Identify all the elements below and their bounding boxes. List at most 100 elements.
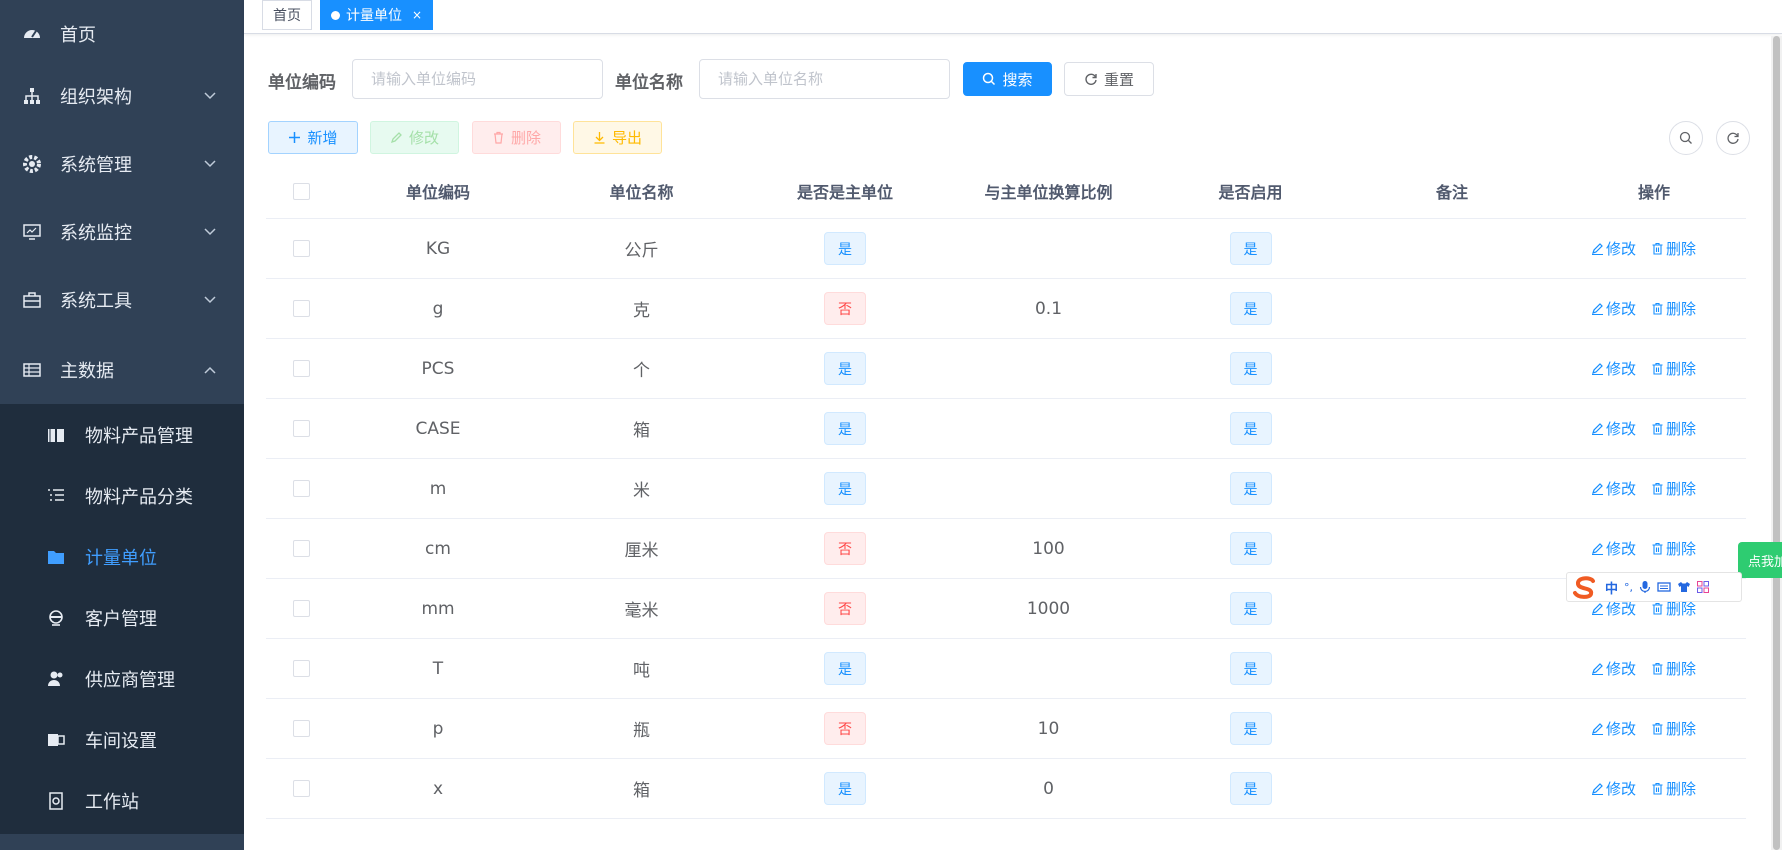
row-delete-label: 删除 <box>1666 660 1697 678</box>
cell-primary: 是 <box>743 339 947 398</box>
row-edit-link[interactable]: 修改 <box>1591 339 1636 398</box>
sidebar-item-customer[interactable]: 客户管理 <box>0 587 244 648</box>
chevron-down-icon <box>202 156 218 172</box>
row-edit-link[interactable]: 修改 <box>1591 699 1636 758</box>
cell-enabled: 是 <box>1150 399 1351 458</box>
row-delete-link[interactable]: 删除 <box>1651 399 1696 458</box>
select-cell <box>266 519 336 578</box>
table-row[interactable]: T 吨 是 是 修改 删除 <box>266 639 1746 699</box>
row-delete-link[interactable]: 删除 <box>1651 279 1696 338</box>
row-checkbox[interactable] <box>292 480 310 497</box>
toggle-search-button[interactable] <box>1669 121 1703 155</box>
menu-item-org[interactable]: 组织架构 <box>0 62 244 130</box>
row-checkbox[interactable] <box>292 540 310 557</box>
cell-code: CASE <box>415 418 461 439</box>
table-row[interactable]: cm 厘米 否 100 是 修改 删除 <box>266 519 1746 579</box>
row-checkbox[interactable] <box>292 660 310 677</box>
row-checkbox[interactable] <box>292 240 310 257</box>
row-checkbox[interactable] <box>292 780 310 797</box>
code-input[interactable] <box>352 59 603 99</box>
enabled-tag: 是 <box>1229 292 1272 325</box>
row-edit-link[interactable]: 修改 <box>1591 519 1636 578</box>
cell-ratio: 1000 <box>1026 598 1071 619</box>
table-row[interactable]: x 箱 是 0 是 修改 删除 <box>266 759 1746 819</box>
header-enabled[interactable]: 是否启用 <box>1150 164 1351 218</box>
row-delete-link[interactable]: 删除 <box>1651 639 1696 698</box>
row-checkbox[interactable] <box>292 600 310 617</box>
edit-icon <box>1591 662 1604 675</box>
ime-toolbar[interactable]: 中 °, <box>1566 572 1742 602</box>
station-icon <box>46 791 66 811</box>
row-delete-link[interactable]: 删除 <box>1651 519 1696 578</box>
book-icon <box>46 425 66 445</box>
enabled-tag: 是 <box>1229 412 1272 445</box>
sub-label: 物料产品分类 <box>85 486 193 508</box>
search-button[interactable]: 搜索 <box>963 62 1052 96</box>
row-checkbox[interactable] <box>292 360 310 377</box>
sidebar-item-material-product[interactable]: 物料产品管理 <box>0 404 244 465</box>
close-icon[interactable]: × <box>412 8 422 22</box>
cell-primary: 是 <box>743 399 947 458</box>
table-row[interactable]: KG 公斤 是 是 修改 删除 <box>266 219 1746 279</box>
row-delete-link[interactable]: 删除 <box>1651 219 1696 278</box>
sidebar-item-unit[interactable]: 计量单位 <box>0 526 244 587</box>
vertical-scrollbar[interactable] <box>1771 36 1782 850</box>
tag-home[interactable]: 首页 <box>262 0 312 30</box>
row-delete-link[interactable]: 删除 <box>1651 459 1696 518</box>
delete-button[interactable]: 删除 <box>472 121 561 154</box>
table-row[interactable]: m 米 是 是 修改 删除 <box>266 459 1746 519</box>
header-remark[interactable]: 备注 <box>1351 164 1553 218</box>
row-edit-link[interactable]: 修改 <box>1591 639 1636 698</box>
row-edit-link[interactable]: 修改 <box>1591 399 1636 458</box>
enabled-tag: 是 <box>1229 472 1272 505</box>
row-delete-link[interactable]: 删除 <box>1651 699 1696 758</box>
sidebar-item-workstation[interactable]: 工作站 <box>0 770 244 831</box>
select-all-checkbox[interactable] <box>292 182 310 200</box>
reset-button[interactable]: 重置 <box>1064 62 1154 96</box>
sidebar-item-workshop[interactable]: 车间设置 <box>0 709 244 770</box>
name-input[interactable] <box>699 59 950 99</box>
table-row[interactable]: mm 毫米否 1000 是修改 删除 <box>266 579 1746 639</box>
row-edit-link[interactable]: 修改 <box>1591 759 1636 818</box>
row-checkbox[interactable] <box>292 720 310 737</box>
row-checkbox[interactable] <box>292 420 310 437</box>
row-edit-link[interactable]: 修改 <box>1591 279 1636 338</box>
add-button[interactable]: 新增 <box>268 121 358 154</box>
table-row[interactable]: PCS 个 是 是 修改 删除 <box>266 339 1746 399</box>
sidebar-item-supplier[interactable]: 供应商管理 <box>0 648 244 709</box>
scrollbar-thumb[interactable] <box>1773 36 1780 850</box>
select-all-cell <box>266 164 336 218</box>
tag-unit[interactable]: 计量单位 × <box>320 0 434 30</box>
refresh-table-button[interactable] <box>1716 121 1750 155</box>
menu-item-monitor[interactable]: 系统监控 <box>0 198 244 266</box>
table-row[interactable]: p 瓶 否 10 是 修改 删除 <box>266 699 1746 759</box>
header-code[interactable]: 单位编码 <box>336 164 540 218</box>
export-button[interactable]: 导出 <box>573 121 662 154</box>
row-delete-label: 删除 <box>1666 360 1697 378</box>
floating-help-tab[interactable]: 点我加 <box>1738 542 1782 578</box>
edit-icon <box>1591 722 1604 735</box>
microphone-icon <box>1639 580 1651 594</box>
menu-item-home[interactable]: 首页 <box>0 0 244 68</box>
table-row[interactable]: g 克 否 0.1 是 修改 删除 <box>266 279 1746 339</box>
row-checkbox[interactable] <box>292 300 310 317</box>
header-primary[interactable]: 是否是主单位 <box>743 164 947 218</box>
sidebar-item-material-category[interactable]: 物料产品分类 <box>0 465 244 526</box>
monitor-icon <box>22 222 42 242</box>
edit-button[interactable]: 修改 <box>370 121 459 154</box>
cell-name: 瓶 <box>633 721 650 741</box>
header-ratio[interactable]: 与主单位换算比例 <box>947 164 1150 218</box>
menu-item-tools[interactable]: 系统工具 <box>0 266 244 334</box>
menu-item-master-data[interactable]: 主数据 <box>0 336 244 404</box>
enabled-tag: 是 <box>1229 532 1272 565</box>
header-name[interactable]: 单位名称 <box>540 164 743 218</box>
cell-remark <box>1351 519 1553 578</box>
row-delete-link[interactable]: 删除 <box>1651 339 1696 398</box>
row-edit-link[interactable]: 修改 <box>1591 459 1636 518</box>
table-row[interactable]: CASE 箱 是 是 修改 删除 <box>266 399 1746 459</box>
row-delete-link[interactable]: 删除 <box>1651 759 1696 818</box>
menu-item-system[interactable]: 系统管理 <box>0 130 244 198</box>
row-delete-label: 删除 <box>1666 420 1697 438</box>
cell-enabled: 是 <box>1150 219 1351 278</box>
row-edit-link[interactable]: 修改 <box>1591 219 1636 278</box>
